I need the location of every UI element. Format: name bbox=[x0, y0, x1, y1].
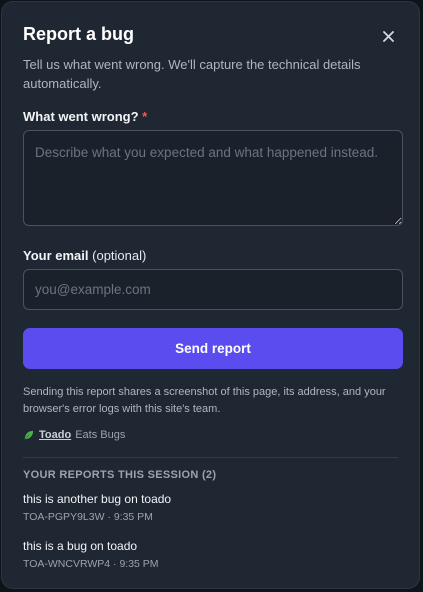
leaf-icon bbox=[23, 430, 34, 441]
divider bbox=[23, 457, 398, 458]
send-report-button[interactable]: Send report bbox=[23, 328, 403, 369]
privacy-disclaimer: Sending this report shares a screenshot … bbox=[23, 386, 386, 415]
required-mark: * bbox=[142, 109, 148, 124]
report-title: this is another bug on toado bbox=[23, 492, 172, 506]
description-textarea[interactable] bbox=[23, 130, 403, 226]
close-icon bbox=[382, 30, 394, 42]
email-input[interactable] bbox=[23, 269, 403, 310]
brand-link[interactable]: Toado bbox=[39, 429, 71, 441]
list-item: this is another bug on toado TOA-PGPY9L3… bbox=[23, 491, 398, 524]
list-item: this is a bug on toado TOA-WNCVRWP4 · 9:… bbox=[23, 538, 398, 571]
modal-title: Report a bug bbox=[23, 24, 134, 44]
report-title: this is a bug on toado bbox=[23, 539, 138, 553]
report-bug-modal: Report a bug Tell us what went wrong. We… bbox=[1, 1, 420, 589]
report-meta: TOA-WNCVRWP4 · 9:35 PM bbox=[23, 558, 159, 570]
description-label: What went wrong? * bbox=[23, 109, 398, 124]
brand-suffix: Eats Bugs bbox=[75, 429, 126, 441]
modal-subtitle: Tell us what went wrong. We'll capture t… bbox=[23, 57, 361, 91]
email-label-text: Your email bbox=[23, 248, 89, 263]
report-meta: TOA-PGPY9L3W · 9:35 PM bbox=[23, 511, 153, 523]
email-optional-text: (optional) bbox=[92, 248, 147, 263]
modal-header: Report a bug bbox=[23, 2, 398, 60]
close-button[interactable] bbox=[378, 26, 398, 46]
email-label: Your email (optional) bbox=[23, 248, 398, 263]
brand-footer: Toado Eats Bugs bbox=[23, 429, 398, 441]
reports-heading: Your reports this session (2) bbox=[23, 469, 217, 481]
description-label-text: What went wrong? bbox=[23, 109, 139, 124]
